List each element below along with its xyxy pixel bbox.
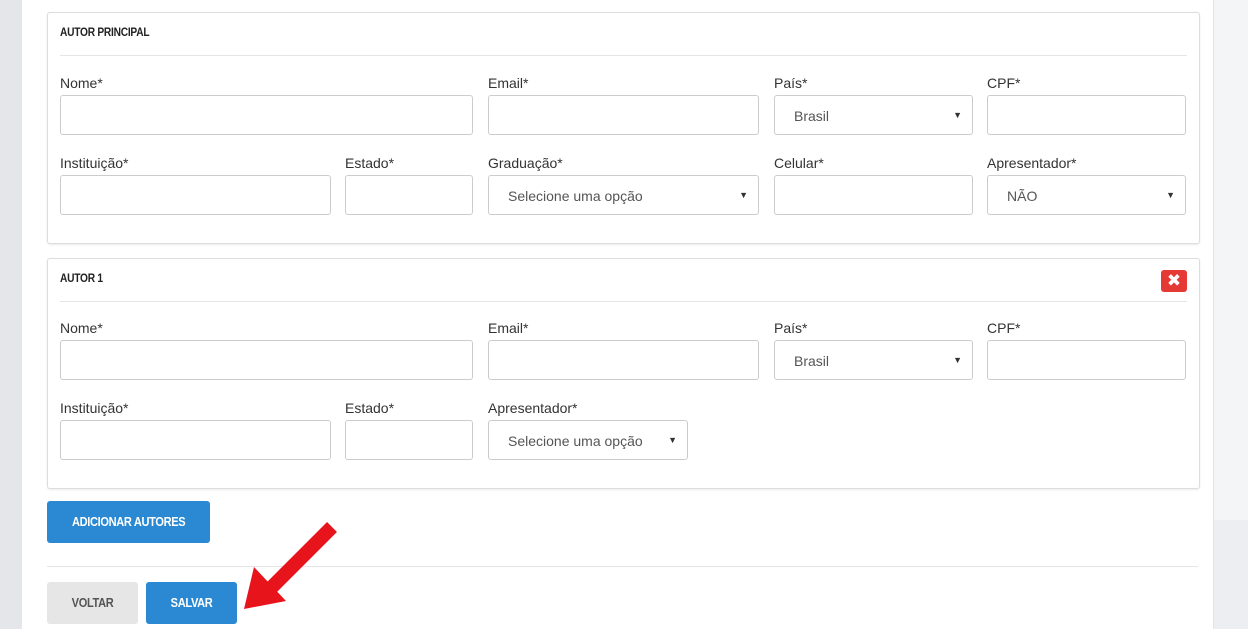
- red-arrow-icon: [244, 522, 337, 609]
- estado-label: Estado*: [345, 400, 395, 416]
- nome-label: Nome*: [60, 75, 103, 91]
- card-divider: [60, 55, 1187, 56]
- apresentador-select[interactable]: NÃO ▼: [987, 175, 1186, 215]
- nome-input[interactable]: [60, 340, 473, 380]
- cpf-label: CPF*: [987, 320, 1021, 336]
- email-label: Email*: [488, 75, 529, 91]
- instituicao-input[interactable]: [60, 175, 331, 215]
- pais-select-value: Brasil: [794, 353, 830, 369]
- back-label: VOLTAR: [71, 595, 114, 610]
- caret-down-icon: ▼: [953, 110, 962, 120]
- nome-label: Nome*: [60, 320, 103, 336]
- celular-input[interactable]: [774, 175, 973, 215]
- email-input[interactable]: [488, 340, 759, 380]
- pais-label: País*: [774, 75, 808, 91]
- principal-author-card: AUTOR PRINCIPAL Nome* Email* País* Brasi…: [47, 12, 1200, 244]
- caret-down-icon: ▼: [739, 190, 748, 200]
- right-gutter: [1214, 0, 1248, 629]
- apresentador-select-value: Selecione uma opção: [508, 433, 643, 449]
- instituicao-label: Instituição*: [60, 155, 129, 171]
- caret-down-icon: ▼: [953, 355, 962, 365]
- caret-down-icon: ▼: [1166, 190, 1175, 200]
- author-1-card: AUTOR 1 ✖ Nome* Email* País* Brasil ▼ CP…: [47, 258, 1200, 489]
- add-authors-button[interactable]: ADICIONAR AUTORES: [47, 501, 210, 543]
- nome-input[interactable]: [60, 95, 473, 135]
- estado-label: Estado*: [345, 155, 395, 171]
- main-content: AUTOR PRINCIPAL Nome* Email* País* Brasi…: [22, 0, 1214, 629]
- card-divider: [60, 301, 1187, 302]
- pais-select[interactable]: Brasil ▼: [774, 95, 973, 135]
- cpf-input[interactable]: [987, 95, 1186, 135]
- cpf-label: CPF*: [987, 75, 1021, 91]
- caret-down-icon: ▼: [668, 435, 677, 445]
- left-gutter: [0, 0, 22, 629]
- apresentador-select-value: NÃO: [1007, 188, 1038, 204]
- estado-input[interactable]: [345, 420, 473, 460]
- email-label: Email*: [488, 320, 529, 336]
- apresentador-label: Apresentador*: [488, 400, 578, 416]
- estado-input[interactable]: [345, 175, 473, 215]
- cpf-input[interactable]: [987, 340, 1186, 380]
- graduacao-select-value: Selecione uma opção: [508, 188, 643, 204]
- save-button[interactable]: SALVAR: [146, 582, 237, 624]
- pais-select[interactable]: Brasil ▼: [774, 340, 973, 380]
- instituicao-input[interactable]: [60, 420, 331, 460]
- save-label: SALVAR: [170, 595, 213, 610]
- apresentador-label: Apresentador*: [987, 155, 1077, 171]
- graduacao-label: Graduação*: [488, 155, 563, 171]
- apresentador-select[interactable]: Selecione uma opção ▼: [488, 420, 688, 460]
- instituicao-label: Instituição*: [60, 400, 129, 416]
- author-1-title: AUTOR 1: [60, 271, 103, 285]
- close-x-icon[interactable]: ✖: [1161, 270, 1187, 292]
- graduacao-select[interactable]: Selecione uma opção ▼: [488, 175, 759, 215]
- pais-select-value: Brasil: [794, 108, 830, 124]
- email-input[interactable]: [488, 95, 759, 135]
- right-gutter-shade: [1214, 520, 1248, 629]
- pais-label: País*: [774, 320, 808, 336]
- add-authors-label: ADICIONAR AUTORES: [71, 514, 186, 529]
- actions-divider: [47, 566, 1198, 567]
- celular-label: Celular*: [774, 155, 824, 171]
- principal-author-title: AUTOR PRINCIPAL: [60, 25, 150, 39]
- back-button[interactable]: VOLTAR: [47, 582, 138, 624]
